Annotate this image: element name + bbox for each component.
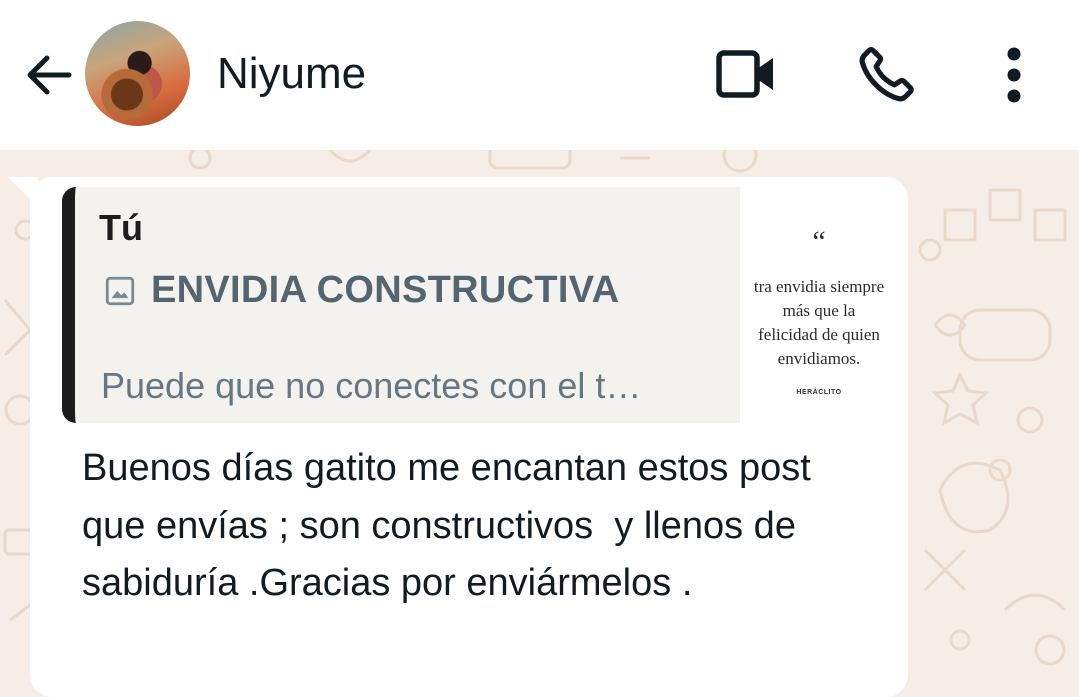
video-camera-icon	[716, 50, 773, 98]
image-icon	[105, 276, 135, 305]
message-text: Buenos días gatito me encantan estos pos…	[82, 447, 822, 604]
voice-call-button[interactable]	[852, 42, 922, 106]
quote-preview: Puede que no conectes con el t…	[101, 365, 642, 406]
quote-author: Tú	[99, 207, 143, 248]
contact-avatar[interactable]	[85, 21, 190, 126]
chat-header: Niyume	[0, 0, 1079, 150]
more-options-button[interactable]	[990, 42, 1038, 106]
arrow-left-icon	[27, 55, 72, 95]
contact-name[interactable]: Niyume	[217, 48, 366, 100]
reply-quote[interactable]: Tú ENVIDIA CONSTRUCTIVA Puede que no con…	[62, 187, 740, 423]
thumbnail-text: tra envidia siempre más que la felicidad…	[753, 277, 885, 368]
video-call-button[interactable]	[710, 44, 780, 104]
phone-icon	[859, 47, 914, 102]
thumbnail-author: HERÁCLITO	[796, 389, 842, 396]
quote-thumbnail[interactable]: “ tra envidia siempre más que la felicid…	[740, 187, 898, 423]
back-button[interactable]	[20, 46, 78, 104]
more-vertical-icon	[1007, 47, 1021, 103]
quote-title-row: ENVIDIA CONSTRUCTIVA	[103, 269, 619, 312]
thumbnail-quote-mark: “	[812, 225, 826, 258]
quote-title: ENVIDIA CONSTRUCTIVA	[151, 269, 620, 311]
